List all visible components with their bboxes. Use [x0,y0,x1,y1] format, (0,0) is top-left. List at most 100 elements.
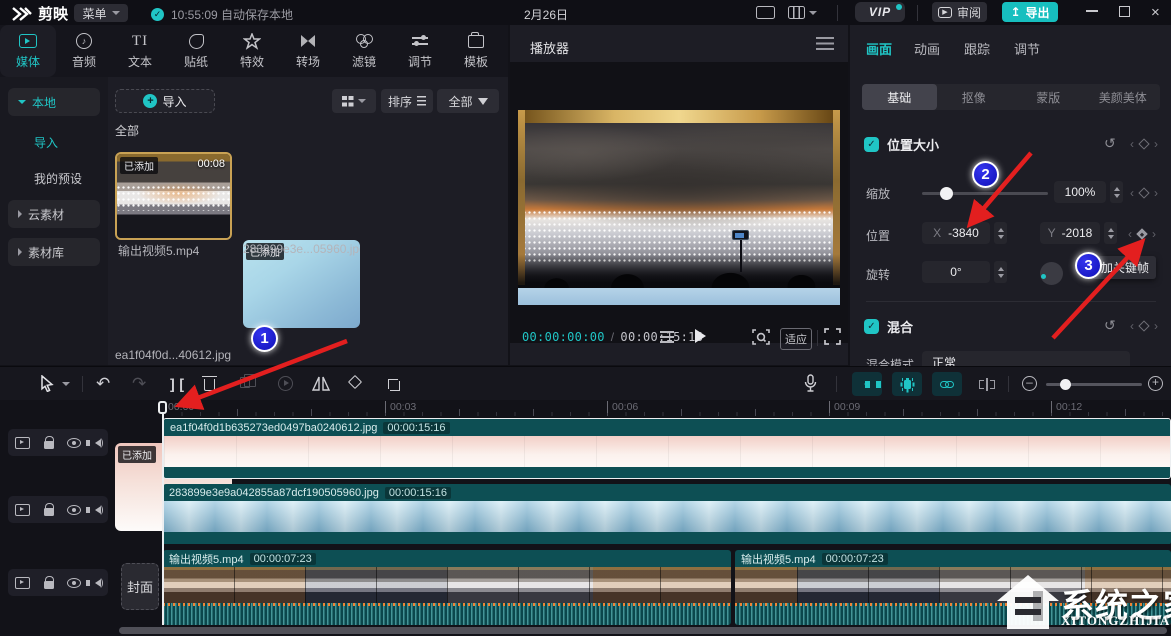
export-button[interactable]: ↥ 导出 [1002,2,1058,22]
filter-all-button[interactable]: 全部 [437,89,499,113]
zoom-slider-handle[interactable] [1060,379,1071,390]
undo-button[interactable]: ↶ [96,374,110,394]
shortcut-keyboard-icon[interactable] [756,6,775,19]
blend-checkbox[interactable]: ✓ [864,319,879,334]
sidebar-item-cloud[interactable]: 云素材 [8,200,100,228]
player-menu-icon[interactable] [816,37,834,50]
lock-icon[interactable] [44,508,54,516]
auto-ripple-toggle[interactable] [852,372,882,396]
maximize-button[interactable] [1119,6,1130,17]
layout-switch-button[interactable] [788,6,817,19]
tab-templates[interactable]: 模板 [448,25,504,77]
tab-adjust[interactable]: 调节 [1014,39,1040,58]
blend-mode-dropdown[interactable]: 正常 [922,351,1130,366]
play-button[interactable] [695,329,706,343]
playhead-handle[interactable] [158,401,167,414]
view-mode-button[interactable] [332,89,376,113]
tab-sticker[interactable]: 贴纸 [168,25,224,77]
vip-button[interactable]: VIP [855,2,905,22]
cover-button[interactable]: 封面 [121,563,159,610]
subtab-basic[interactable]: 基础 [862,84,937,110]
reset-icon[interactable]: ↺ [1104,135,1116,152]
mirror-button[interactable] [312,376,330,391]
reset-icon[interactable]: ↺ [1104,317,1116,334]
track-type-icon[interactable] [15,437,30,449]
rotate-button[interactable] [348,375,362,389]
timeline-clip-blue-image[interactable]: 283899e3e9a042855a87dcf190505960.jpg 00:… [163,484,1171,545]
select-tool-dropdown[interactable] [62,382,70,386]
sidebar-item-local[interactable]: 本地 [8,88,100,116]
reverse-play-button[interactable] [278,376,293,391]
lock-icon[interactable] [44,581,54,589]
timeline-zoom-slider[interactable] [1046,383,1142,386]
position-keyframe-nav[interactable]: ‹› [1128,227,1156,241]
tab-audio[interactable]: ♪音频 [56,25,112,77]
project-date[interactable]: 2月26日 [524,6,568,23]
subtab-beauty[interactable]: 美颜美体 [1086,84,1161,110]
media-item-video[interactable]: 已添加 00:08 [115,152,232,240]
timeline-clip-video-1[interactable]: 输出视频5.mp4 00:00:07:23 [163,550,731,625]
fit-mode-button[interactable]: 适应 [780,328,812,350]
sidebar-item-stock[interactable]: 素材库 [8,238,100,266]
redo-button[interactable]: ↷ [132,374,146,394]
transform-checkbox[interactable]: ✓ [864,137,879,152]
tab-animation[interactable]: 动画 [914,39,940,58]
tab-tracking[interactable]: 跟踪 [964,39,990,58]
sidebar-item-presets[interactable]: 我的预设 [8,168,100,188]
link-toggle[interactable] [932,372,962,396]
mute-icon[interactable] [95,579,101,587]
delete-button[interactable] [204,379,215,391]
sort-button[interactable]: 排序 [381,89,433,113]
subtab-mask[interactable]: 蒙版 [1011,84,1086,110]
import-media-button[interactable]: + 导入 [115,89,215,113]
position-x-field[interactable]: X -3840 [922,222,990,244]
scale-slider-handle[interactable] [940,187,953,200]
rotate-dial[interactable] [1040,262,1063,285]
visibility-icon[interactable] [67,505,81,515]
rotate-stepper[interactable] [994,261,1007,283]
blend-keyframe-nav[interactable]: ‹› [1130,319,1158,333]
playhead-line[interactable] [162,403,164,625]
zoom-in-button[interactable]: + [1148,376,1163,391]
select-tool-icon[interactable] [40,375,54,392]
preview-zoom-icon[interactable] [752,328,770,346]
visibility-icon[interactable] [67,438,81,448]
subtab-cutout[interactable]: 抠像 [937,84,1012,110]
timeline-ruler[interactable]: 00:00 00:03 00:06 00:09 00:12 [118,400,1171,416]
tab-filters[interactable]: 滤镜 [336,25,392,77]
keyframe-nav[interactable]: ‹› [1130,137,1158,151]
split-button[interactable]: ][ [168,376,186,394]
keyframe-diamond-icon[interactable] [1138,187,1149,198]
frame-by-frame-icon[interactable] [660,331,674,343]
tab-media[interactable]: 媒体 [0,25,56,77]
lock-icon[interactable] [44,441,54,449]
keyframe-diamond-icon[interactable] [1138,320,1149,331]
mute-icon[interactable] [95,439,101,447]
crop-button[interactable] [386,377,398,389]
track-type-icon[interactable] [15,504,30,516]
mute-icon[interactable] [95,506,101,514]
magnetic-snap-toggle[interactable] [892,372,922,396]
rotate-value[interactable]: 0° [922,261,990,283]
menu-button[interactable]: 菜单 [74,4,128,22]
tab-effects[interactable]: 特效 [224,25,280,77]
scale-slider[interactable] [922,192,1048,195]
visibility-icon[interactable] [67,578,81,588]
track-type-icon[interactable] [15,577,30,589]
x-stepper[interactable] [994,222,1007,244]
tab-picture[interactable]: 画面 [866,39,892,58]
tab-text[interactable]: TI文本 [112,25,168,77]
tab-transitions[interactable]: 转场 [280,25,336,77]
scale-keyframe-nav[interactable]: ‹› [1130,186,1158,200]
minimize-button[interactable] [1086,10,1098,12]
review-button[interactable]: ▶ 审阅 [932,2,987,22]
record-voiceover-icon[interactable] [804,374,817,393]
add-keyframe-diamond-icon[interactable] [1136,228,1147,239]
scale-stepper[interactable] [1110,181,1123,203]
copy-button[interactable] [240,377,250,388]
preview-axis-toggle[interactable] [972,372,1002,396]
y-stepper[interactable] [1104,222,1117,244]
sidebar-item-import[interactable]: 导入 [8,132,100,152]
tab-adjust[interactable]: 调节 [392,25,448,77]
timeline-clip-pink-image[interactable]: ea1f04f0d1b635273ed0497ba0240612.jpg 00:… [163,418,1171,479]
